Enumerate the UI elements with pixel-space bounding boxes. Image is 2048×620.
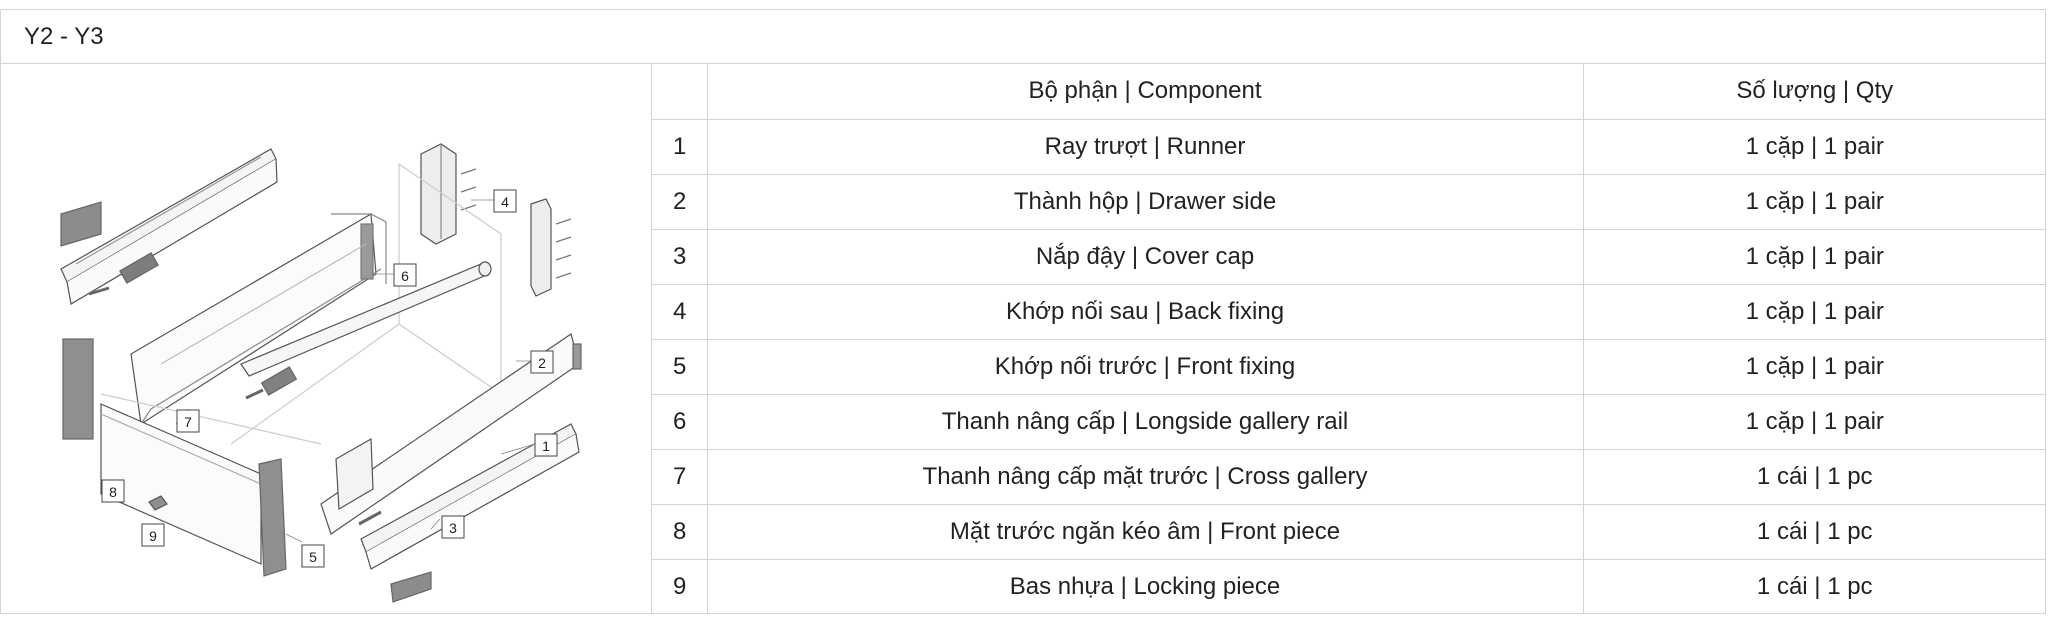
row-qty: 1 cái | 1 pc: [1583, 449, 2046, 505]
row-num: 5: [652, 339, 708, 395]
table-row: 4 Khớp nối sau | Back fixing 1 cặp | 1 p…: [652, 284, 2046, 340]
header-qty: Số lượng | Qty: [1583, 64, 2046, 120]
table-row: 8 Mặt trước ngăn kéo âm | Front piece 1 …: [652, 504, 2046, 560]
row-component: Thanh nâng cấp | Longside gallery rail: [707, 394, 1584, 450]
row-component: Thành hộp | Drawer side: [707, 174, 1584, 230]
cover-cap-part: [60, 201, 102, 247]
row-num: 9: [652, 559, 708, 614]
callout-9-label: 9: [149, 528, 157, 544]
callout-7-label: 7: [184, 414, 192, 430]
callout-1-label: 1: [542, 438, 550, 454]
row-component: Khớp nối trước | Front fixing: [707, 339, 1584, 395]
card-title: Y2 - Y3: [1, 10, 2045, 64]
callout-6-label: 6: [401, 268, 409, 284]
table-row: 9 Bas nhựa | Locking piece 1 cái | 1 pc: [652, 559, 2046, 614]
row-component: Khớp nối sau | Back fixing: [707, 284, 1584, 340]
row-num: 6: [652, 394, 708, 450]
header-num: [652, 64, 708, 120]
row-component: Nắp đậy | Cover cap: [707, 229, 1584, 285]
table-row: 6 Thanh nâng cấp | Longside gallery rail…: [652, 394, 2046, 450]
drawer-assembly-illustration: 4 6 2 1 3 7 8 9 5: [60, 143, 582, 603]
components-table: Bộ phận | Component Số lượng | Qty 1 Ray…: [652, 64, 2046, 614]
row-qty: 1 cặp | 1 pair: [1583, 394, 2046, 450]
table-row: 7 Thanh nâng cấp mặt trước | Cross galle…: [652, 449, 2046, 505]
row-component: Ray trượt | Runner: [707, 119, 1584, 175]
back-fixing-part: [420, 143, 457, 245]
row-qty: 1 cặp | 1 pair: [1583, 119, 2046, 175]
cover-cap-part-lower: [390, 571, 432, 603]
callout-8-label: 8: [109, 484, 117, 500]
row-component: Mặt trước ngăn kéo âm | Front piece: [707, 504, 1584, 560]
exploded-drawer-diagram: 4 6 2 1 3 7 8 9 5: [1, 64, 652, 614]
front-fixing-part: [258, 458, 287, 577]
callout-4-label: 4: [501, 194, 509, 210]
front-piece-side: [62, 338, 94, 440]
table-row: 1 Ray trượt | Runner 1 cặp | 1 pair: [652, 119, 2046, 175]
row-num: 3: [652, 229, 708, 285]
row-num: 2: [652, 174, 708, 230]
table-row: 3 Nắp đậy | Cover cap 1 cặp | 1 pair: [652, 229, 2046, 285]
assembly-card: Y2 - Y3 4 6 2 1 3 7 8 9 5 Bộ phận | Comp…: [0, 9, 2046, 614]
callout-2-label: 2: [538, 355, 546, 371]
row-num: 7: [652, 449, 708, 505]
table-row: 5 Khớp nối trước | Front fixing 1 cặp | …: [652, 339, 2046, 395]
row-qty: 1 cặp | 1 pair: [1583, 174, 2046, 230]
row-qty: 1 cái | 1 pc: [1756, 572, 1873, 600]
row-component: Bas nhựa | Locking piece: [707, 559, 1584, 614]
row-qty: 1 cặp | 1 pair: [1583, 284, 2046, 340]
row-num: 8: [652, 504, 708, 560]
table-header-row: Bộ phận | Component Số lượng | Qty: [652, 64, 2046, 120]
row-qty: 1 cái | 1 pc: [1583, 504, 2046, 560]
table-row: 2 Thành hộp | Drawer side 1 cặp | 1 pair: [652, 174, 2046, 230]
row-qty: 1 cặp | 1 pair: [1583, 229, 2046, 285]
row-component: Thanh nâng cấp mặt trước | Cross gallery: [707, 449, 1584, 505]
callout-3-label: 3: [449, 520, 457, 536]
row-qty: 1 cặp | 1 pair: [1583, 339, 2046, 395]
row-num: 4: [652, 284, 708, 340]
header-component: Bộ phận | Component: [707, 64, 1584, 120]
row-num: 1: [652, 119, 708, 175]
callout-5-label: 5: [309, 549, 317, 565]
